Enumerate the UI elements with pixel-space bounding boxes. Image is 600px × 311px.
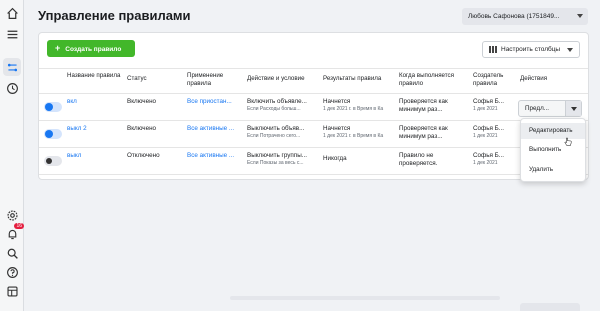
table-row: вкл Включено Все приостан... Включить об… — [39, 94, 588, 121]
left-sidebar: 16 — [0, 0, 24, 311]
rule-creator: Софья Б... 1 дек 2021 — [473, 98, 517, 113]
notification-badge: 16 — [14, 223, 24, 229]
rule-creator: Софья Б... 1 дек 2021 — [473, 152, 517, 167]
rule-applied-link[interactable]: Все активные ... — [187, 125, 243, 133]
rule-action-main: Выключить объяв... — [247, 125, 305, 132]
rule-actions-dropdown[interactable]: Предл... — [518, 100, 582, 117]
rule-when: Проверяется как минимум раз... — [399, 98, 448, 113]
rule-status: Включено — [127, 98, 157, 105]
menu-item-run[interactable]: Выполнить — [521, 142, 585, 158]
table-row: выкл 2 Включено Все активные ... Выключи… — [39, 121, 588, 148]
rule-action-sub: Если Расходы больш... — [247, 106, 301, 112]
rule-name-link[interactable]: вкл — [67, 98, 77, 106]
table-row: выкл Отключено Все активные ... Выключит… — [39, 148, 588, 175]
rule-results-main: Никогда — [323, 155, 347, 162]
bell-icon[interactable]: 16 — [5, 223, 24, 241]
header-status[interactable]: Статус — [127, 75, 147, 83]
rule-action-sub: Если Потрачено сего... — [247, 133, 301, 139]
plus-icon: + — [55, 43, 61, 53]
rules-table: Название правила Статус Применение прави… — [39, 68, 588, 175]
header-actions[interactable]: Действия — [520, 75, 547, 83]
rule-name-link[interactable]: выкл 2 — [67, 125, 87, 133]
rule-results-sub: 1 дек 2021 г. в Время в Ка — [323, 133, 384, 139]
page-title: Управление правилами — [38, 8, 191, 23]
rule-actions-label: Предл... — [525, 105, 549, 112]
header-creator[interactable]: Создатель правила — [473, 72, 518, 88]
account-selector[interactable]: Любовь Сафонова (1751849... — [462, 8, 588, 25]
rule-action-main: Выключить группы... — [247, 152, 307, 159]
rule-creator-main: Софья Б... — [473, 98, 505, 105]
rule-when: Правило не проверяется. — [399, 152, 438, 167]
settings-icon[interactable] — [5, 208, 19, 222]
help-icon[interactable] — [5, 265, 19, 279]
header-when[interactable]: Когда выполняется правило — [399, 72, 471, 88]
table-header: Название правила Статус Применение прави… — [39, 68, 588, 94]
rule-status: Включено — [127, 125, 157, 132]
account-label: Любовь Сафонова (1751849... — [468, 13, 560, 20]
bottom-panel-tab — [520, 303, 580, 311]
rules-icon[interactable] — [5, 60, 19, 74]
menu-item-delete[interactable]: Удалить — [521, 162, 585, 178]
rule-applied-link[interactable]: Все активные ... — [187, 152, 243, 160]
rule-action-main: Включить объявле... — [247, 98, 307, 105]
menu-icon[interactable] — [5, 27, 19, 41]
rule-applied-link[interactable]: Все приостан... — [187, 98, 243, 106]
chevron-down-icon — [577, 14, 583, 18]
hand-cursor-icon — [564, 137, 572, 146]
rule-creator-sub: 1 дек 2021 — [473, 106, 498, 112]
header-action[interactable]: Действие и условие — [247, 75, 305, 83]
rule-action: Выключить группы... Если Показы за весь с… — [247, 152, 321, 167]
rule-results: Начнется 1 дек 2021 г. в Время в Ка — [323, 125, 397, 140]
rule-results-sub: 1 дек 2021 г. в Время в Ка — [323, 106, 384, 112]
rule-results: Никогда — [323, 155, 397, 163]
rule-creator-main: Софья Б... — [473, 125, 505, 132]
create-rule-button[interactable]: + Создать правило — [47, 40, 135, 57]
rule-action: Включить объявле... Если Расходы больш... — [247, 98, 321, 113]
configure-columns-button[interactable]: Настроить столбцы — [482, 41, 580, 58]
rules-card: + Создать правило Настроить столбцы Назва… — [38, 32, 589, 180]
header-results[interactable]: Результаты правила — [323, 75, 381, 83]
panel-icon[interactable] — [5, 284, 19, 298]
rule-action-sub: Если Показы за весь с... — [247, 160, 304, 166]
columns-icon — [489, 46, 497, 53]
rule-toggle[interactable] — [44, 156, 62, 166]
chevron-down-icon — [567, 48, 573, 52]
rule-creator-sub: 1 дек 2021 — [473, 160, 498, 166]
rule-toggle[interactable] — [44, 129, 62, 139]
rule-actions-menu: Редактировать Выполнить Удалить — [520, 118, 586, 182]
menu-item-edit[interactable]: Редактировать — [521, 123, 585, 139]
rule-results: Начнется 1 дек 2021 г. в Время в Ка — [323, 98, 397, 113]
clock-icon[interactable] — [5, 81, 19, 95]
rule-creator-sub: 1 дек 2021 — [473, 133, 498, 139]
rule-results-main: Начнется — [323, 125, 351, 132]
rule-action: Выключить объяв... Если Потрачено сего... — [247, 125, 321, 140]
configure-columns-label: Настроить столбцы — [501, 46, 561, 53]
home-icon[interactable] — [5, 6, 19, 20]
header-name[interactable]: Название правила — [67, 72, 127, 80]
rule-toggle[interactable] — [44, 102, 62, 112]
header-applied[interactable]: Применение правила — [187, 72, 242, 88]
rule-results-main: Начнется — [323, 98, 351, 105]
chevron-down-icon[interactable] — [565, 101, 581, 116]
horizontal-scrollbar[interactable] — [230, 296, 500, 300]
rule-creator: Софья Б... 1 дек 2021 — [473, 125, 517, 140]
rule-name-link[interactable]: выкл — [67, 152, 81, 160]
rule-creator-main: Софья Б... — [473, 152, 505, 159]
create-rule-label: Создать правило — [65, 46, 122, 53]
rule-when: Проверяется как минимум раз... — [399, 125, 448, 140]
search-icon[interactable] — [5, 246, 19, 260]
rule-status: Отключено — [127, 152, 160, 159]
